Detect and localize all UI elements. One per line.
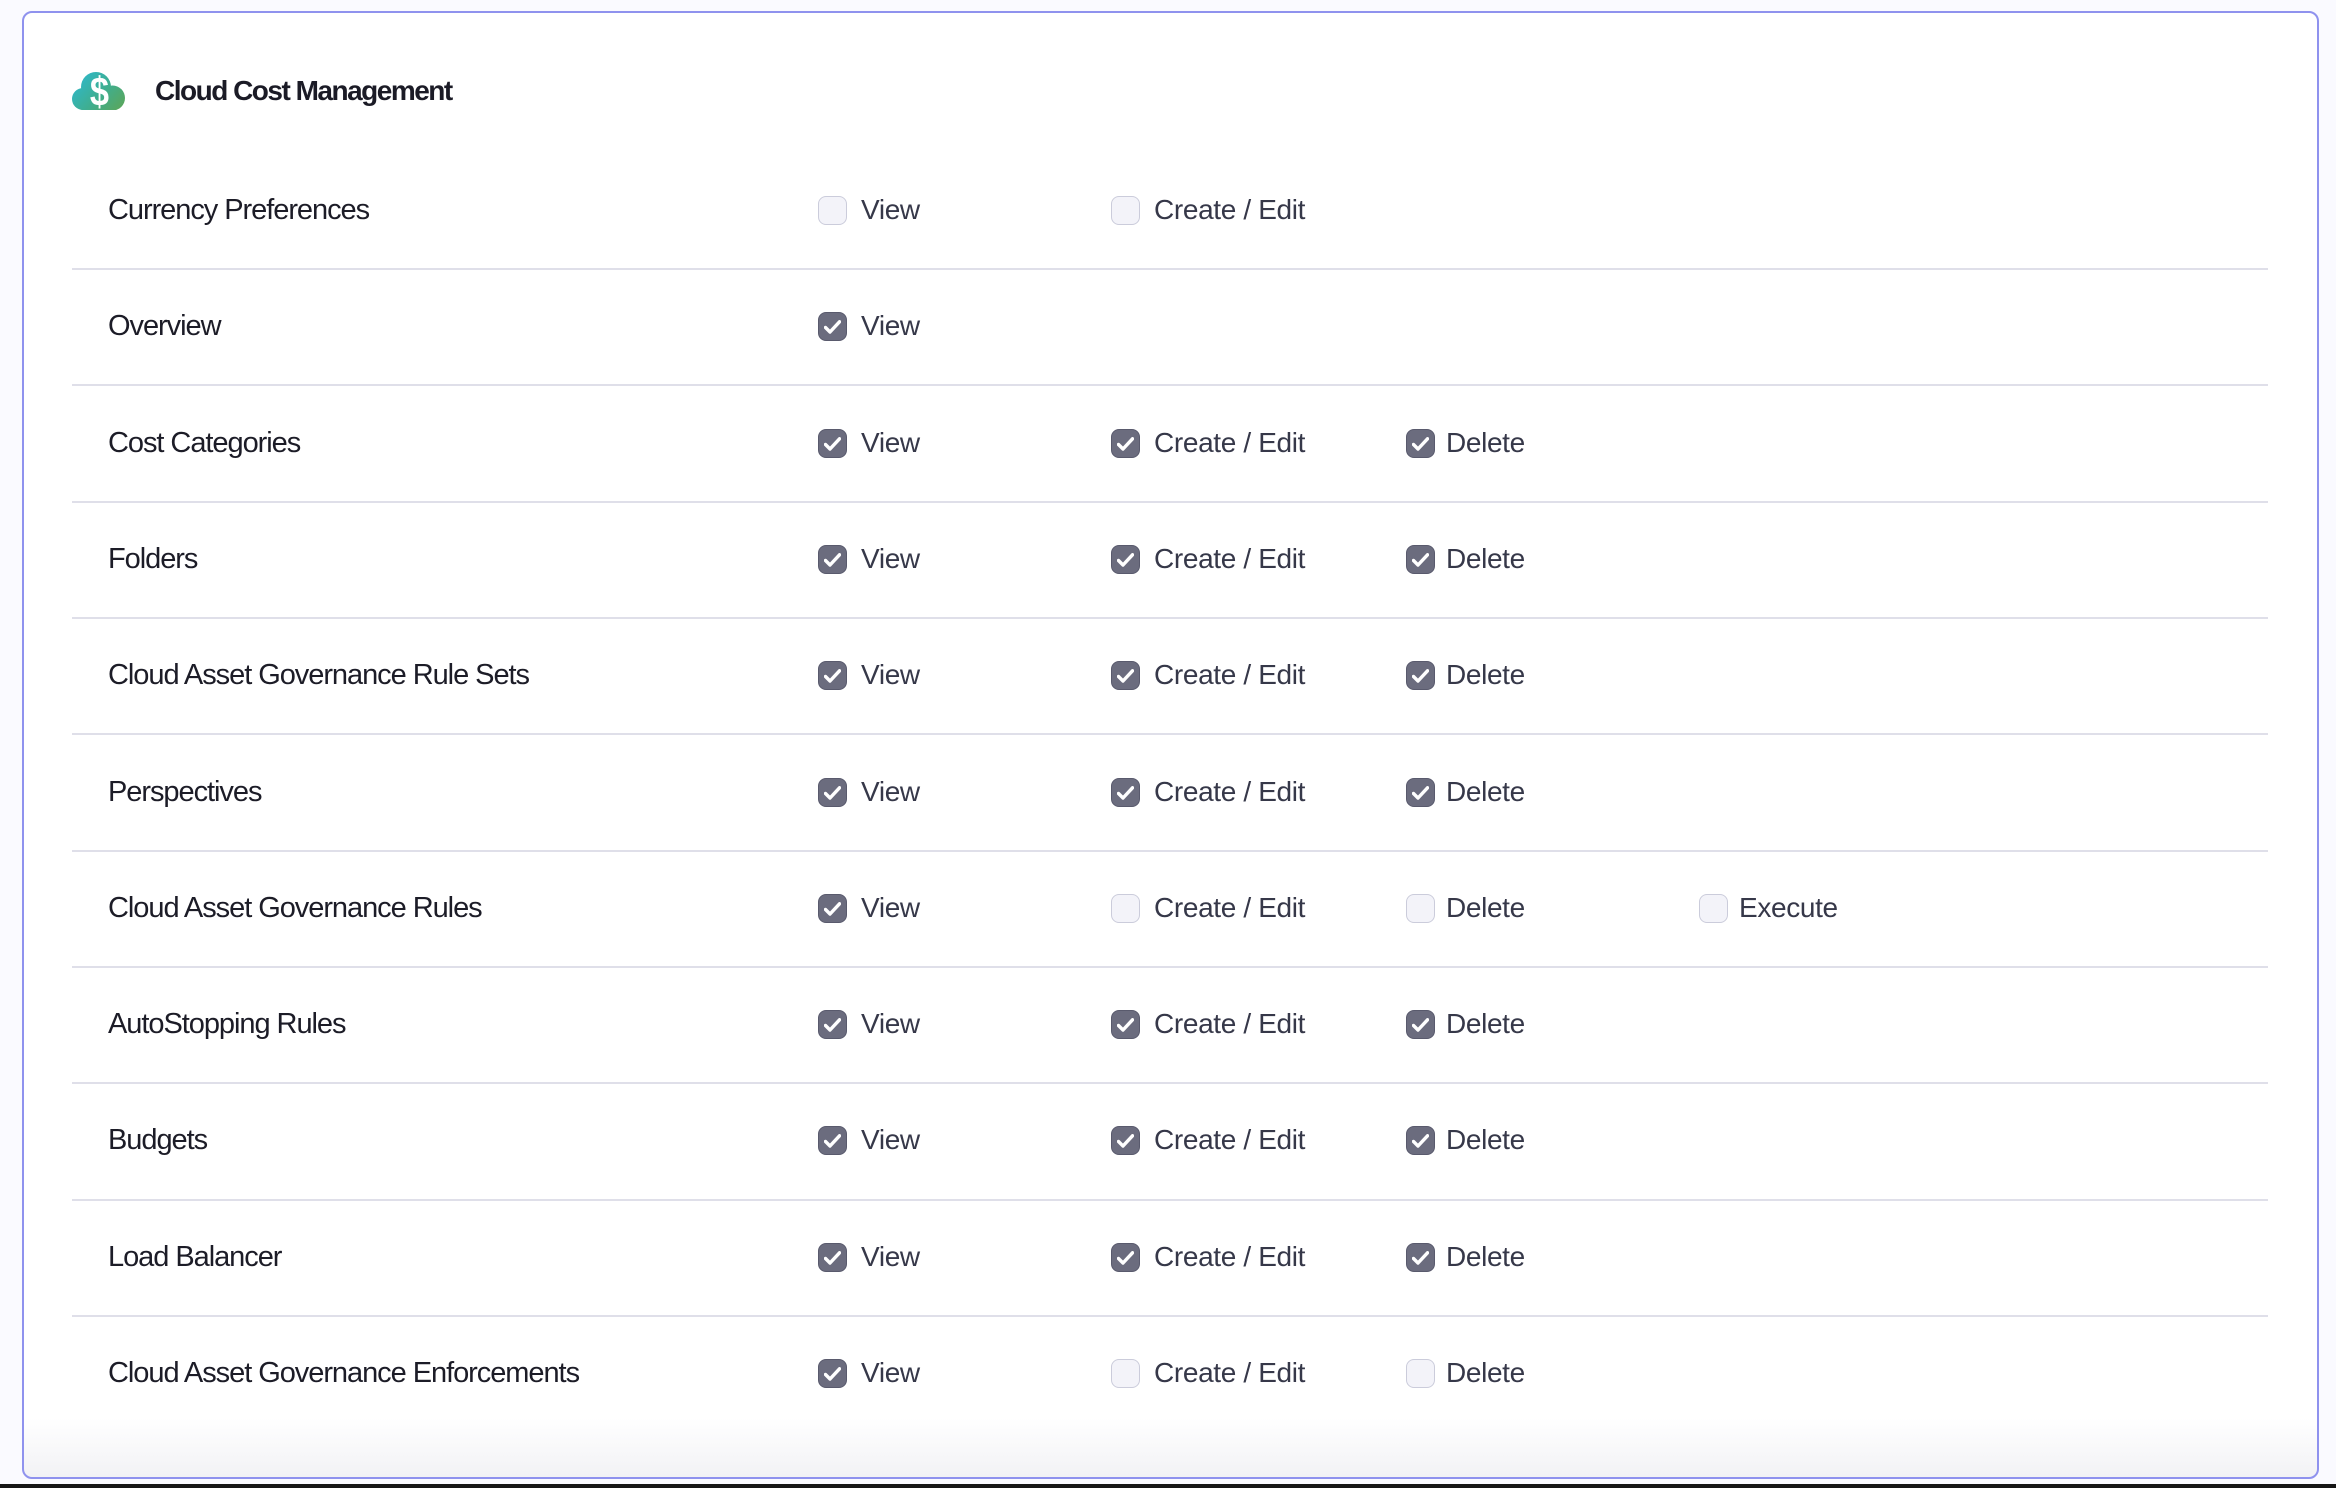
svg-text:$: $ (90, 72, 109, 110)
